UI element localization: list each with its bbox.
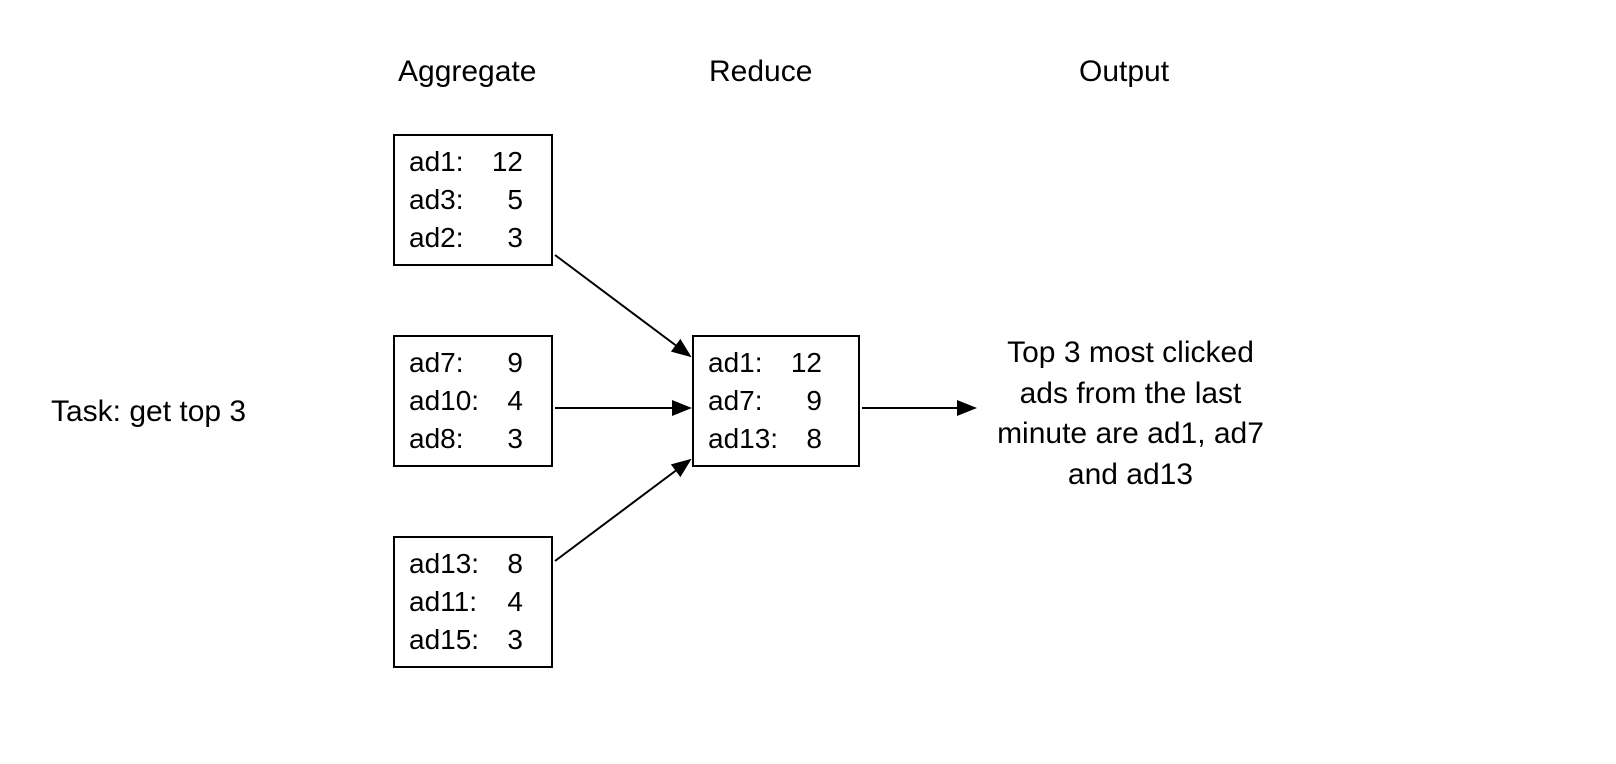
- kv-value: 5: [487, 184, 523, 216]
- kv-row: ad1:12: [409, 146, 537, 178]
- kv-key: ad13:: [708, 423, 786, 455]
- aggregate-box-3: ad13:8 ad11:4 ad15:3: [393, 536, 553, 668]
- aggregate-header: Aggregate: [398, 55, 536, 89]
- kv-value: 3: [487, 222, 523, 254]
- kv-value: 12: [786, 347, 822, 379]
- kv-row: ad3:5: [409, 184, 537, 216]
- arrow-agg1-to-reduce: [555, 255, 690, 356]
- kv-key: ad11:: [409, 586, 487, 618]
- kv-value: 4: [487, 586, 523, 618]
- kv-key: ad10:: [409, 385, 487, 417]
- kv-key: ad13:: [409, 548, 487, 580]
- kv-key: ad15:: [409, 624, 487, 656]
- kv-value: 9: [786, 385, 822, 417]
- kv-row: ad1:12: [708, 347, 844, 379]
- kv-key: ad1:: [708, 347, 786, 379]
- kv-value: 4: [487, 385, 523, 417]
- reduce-header: Reduce: [709, 55, 812, 89]
- kv-key: ad1:: [409, 146, 487, 178]
- reduce-box: ad1:12 ad7:9 ad13:8: [692, 335, 860, 467]
- kv-row: ad10:4: [409, 385, 537, 417]
- kv-row: ad11:4: [409, 586, 537, 618]
- kv-row: ad13:8: [409, 548, 537, 580]
- kv-value: 3: [487, 624, 523, 656]
- kv-value: 8: [786, 423, 822, 455]
- kv-key: ad7:: [409, 347, 487, 379]
- kv-row: ad8:3: [409, 423, 537, 455]
- aggregate-box-1: ad1:12 ad3:5 ad2:3: [393, 134, 553, 266]
- aggregate-box-2: ad7:9 ad10:4 ad8:3: [393, 335, 553, 467]
- kv-value: 12: [487, 146, 523, 178]
- kv-value: 3: [487, 423, 523, 455]
- kv-key: ad8:: [409, 423, 487, 455]
- kv-row: ad7:9: [409, 347, 537, 379]
- kv-value: 9: [487, 347, 523, 379]
- kv-row: ad15:3: [409, 624, 537, 656]
- kv-row: ad7:9: [708, 385, 844, 417]
- arrow-agg3-to-reduce: [555, 460, 690, 561]
- kv-key: ad2:: [409, 222, 487, 254]
- output-header: Output: [1079, 55, 1169, 89]
- kv-value: 8: [487, 548, 523, 580]
- kv-key: ad7:: [708, 385, 786, 417]
- task-label: Task: get top 3: [51, 395, 246, 429]
- kv-row: ad2:3: [409, 222, 537, 254]
- kv-key: ad3:: [409, 184, 487, 216]
- output-text: Top 3 most clicked ads from the last min…: [983, 333, 1278, 495]
- kv-row: ad13:8: [708, 423, 844, 455]
